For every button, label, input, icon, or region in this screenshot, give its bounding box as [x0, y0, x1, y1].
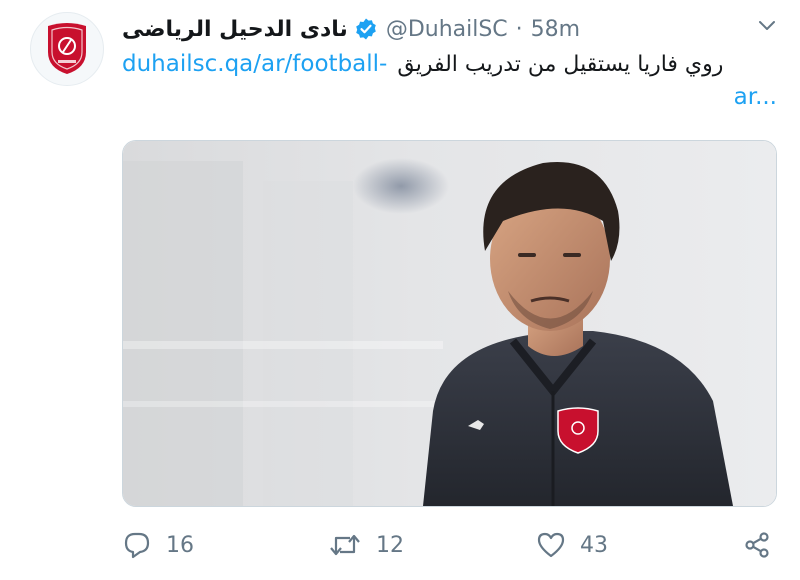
tweet-link[interactable]: duhailsc.qa/ar/football- [122, 48, 387, 80]
retweet-button[interactable]: 12 [328, 525, 404, 565]
reply-icon [124, 532, 150, 559]
chevron-down-icon[interactable] [756, 14, 778, 40]
like-button[interactable]: 43 [536, 525, 608, 565]
user-handle[interactable]: @DuhailSC [386, 17, 508, 42]
tweet-media-photo[interactable] [122, 140, 777, 507]
reply-count: 16 [166, 532, 194, 558]
share-icon [745, 532, 769, 558]
reply-button[interactable]: 16 [122, 525, 194, 565]
tweet-link-continuation[interactable]: ar... [734, 84, 777, 110]
tweet-header: نادى الدحيل الرياضى @DuhailSC · 58m [122, 12, 742, 46]
like-count: 43 [580, 532, 608, 558]
display-name[interactable]: نادى الدحيل الرياضى [122, 17, 348, 42]
tweet-actions: 16 12 43 [122, 525, 777, 565]
retweet-icon [330, 534, 360, 556]
tweet-arabic-text: روي فاريا يستقيل من تدريب الفريق [397, 52, 724, 77]
verified-badge-icon [354, 17, 378, 41]
separator-dot: · [515, 16, 523, 42]
retweet-count: 12 [376, 532, 404, 558]
avatar[interactable] [30, 12, 104, 86]
duhail-crest-logo [48, 23, 86, 74]
coach-photo-image [123, 141, 776, 506]
heart-icon [537, 532, 565, 558]
share-button[interactable] [742, 525, 772, 565]
tweet-text: duhailsc.qa/ar/football- روي فاريا يستقي… [122, 48, 777, 113]
timestamp[interactable]: 58m [531, 17, 580, 42]
